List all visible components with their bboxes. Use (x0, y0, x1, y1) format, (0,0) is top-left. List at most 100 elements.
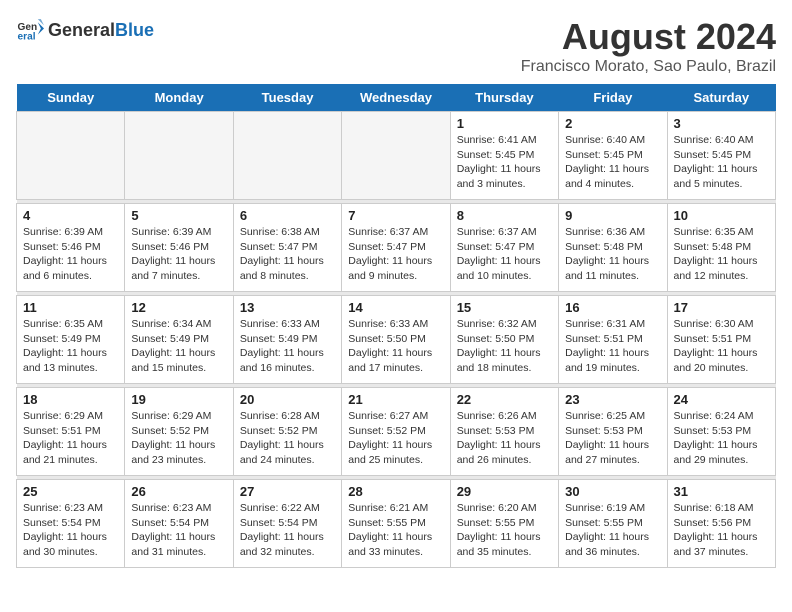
day-info: Sunrise: 6:19 AMSunset: 5:55 PMDaylight:… (565, 501, 660, 560)
calendar-cell: 2 Sunrise: 6:40 AMSunset: 5:45 PMDaylight… (559, 112, 667, 200)
logo-blue: Blue (115, 20, 154, 40)
date-number: 7 (348, 208, 443, 223)
date-number: 5 (131, 208, 226, 223)
calendar-cell (233, 112, 341, 200)
calendar-cell: 19 Sunrise: 6:29 AMSunset: 5:52 PMDayligh… (125, 388, 233, 476)
calendar-week-2: 4 Sunrise: 6:39 AMSunset: 5:46 PMDaylight… (17, 204, 776, 292)
calendar-cell: 3 Sunrise: 6:40 AMSunset: 5:45 PMDaylight… (667, 112, 775, 200)
day-info: Sunrise: 6:29 AMSunset: 5:52 PMDaylight:… (131, 409, 226, 468)
date-number: 27 (240, 484, 335, 499)
calendar-cell: 7Sunrise: 6:37 AMSunset: 5:47 PMDaylight… (342, 204, 450, 292)
date-number: 30 (565, 484, 660, 499)
calendar-cell: 8 Sunrise: 6:37 AMSunset: 5:47 PMDaylight… (450, 204, 558, 292)
main-title: August 2024 (521, 16, 776, 58)
calendar-cell: 24Sunrise: 6:24 AMSunset: 5:53 PMDayligh… (667, 388, 775, 476)
logo-general: General (48, 20, 115, 40)
day-info: Sunrise: 6:20 AMSunset: 5:55 PMDaylight:… (457, 501, 552, 560)
logo: Gen eral GeneralBlue (16, 16, 154, 44)
day-info: Sunrise: 6:33 AMSunset: 5:49 PMDaylight:… (240, 317, 335, 376)
calendar-cell: 17 Sunrise: 6:30 AMSunset: 5:51 PMDayligh… (667, 296, 775, 384)
calendar-week-1: 1Sunrise: 6:41 AMSunset: 5:45 PMDaylight… (17, 112, 776, 200)
day-info: Sunrise: 6:24 AMSunset: 5:53 PMDaylight:… (674, 409, 769, 468)
title-area: August 2024 Francisco Morato, Sao Paulo,… (521, 16, 776, 76)
calendar-cell: 27 Sunrise: 6:22 AMSunset: 5:54 PMDayligh… (233, 480, 341, 568)
date-number: 22 (457, 392, 552, 407)
day-info: Sunrise: 6:31 AMSunset: 5:51 PMDaylight:… (565, 317, 660, 376)
day-header-sunday: Sunday (17, 84, 125, 112)
page-header: Gen eral GeneralBlue August 2024 Francis… (16, 16, 776, 76)
day-info: Sunrise: 6:34 AMSunset: 5:49 PMDaylight:… (131, 317, 226, 376)
calendar-week-3: 11 Sunrise: 6:35 AMSunset: 5:49 PMDayligh… (17, 296, 776, 384)
calendar-cell: 10Sunrise: 6:35 AMSunset: 5:48 PMDayligh… (667, 204, 775, 292)
svg-text:eral: eral (18, 31, 36, 42)
calendar-cell: 20Sunrise: 6:28 AMSunset: 5:52 PMDayligh… (233, 388, 341, 476)
day-info: Sunrise: 6:39 AMSunset: 5:46 PMDaylight:… (23, 225, 118, 284)
calendar-cell: 30 Sunrise: 6:19 AMSunset: 5:55 PMDayligh… (559, 480, 667, 568)
day-header-friday: Friday (559, 84, 667, 112)
calendar-cell: 29 Sunrise: 6:20 AMSunset: 5:55 PMDayligh… (450, 480, 558, 568)
calendar-cell: 26Sunrise: 6:23 AMSunset: 5:54 PMDayligh… (125, 480, 233, 568)
date-number: 11 (23, 300, 118, 315)
calendar-cell: 11 Sunrise: 6:35 AMSunset: 5:49 PMDayligh… (17, 296, 125, 384)
day-info: Sunrise: 6:35 AMSunset: 5:49 PMDaylight:… (23, 317, 118, 376)
day-info: Sunrise: 6:39 AMSunset: 5:46 PMDaylight:… (131, 225, 226, 284)
calendar-cell: 4 Sunrise: 6:39 AMSunset: 5:46 PMDaylight… (17, 204, 125, 292)
calendar-week-4: 18 Sunrise: 6:29 AMSunset: 5:51 PMDayligh… (17, 388, 776, 476)
date-number: 8 (457, 208, 552, 223)
day-info: Sunrise: 6:33 AMSunset: 5:50 PMDaylight:… (348, 317, 443, 376)
calendar-cell: 13 Sunrise: 6:33 AMSunset: 5:49 PMDayligh… (233, 296, 341, 384)
calendar-cell: 18 Sunrise: 6:29 AMSunset: 5:51 PMDayligh… (17, 388, 125, 476)
day-info: Sunrise: 6:29 AMSunset: 5:51 PMDaylight:… (23, 409, 118, 468)
date-number: 28 (348, 484, 443, 499)
day-info: Sunrise: 6:23 AMSunset: 5:54 PMDaylight:… (23, 501, 118, 560)
calendar-header-row: SundayMondayTuesdayWednesdayThursdayFrid… (17, 84, 776, 112)
date-number: 19 (131, 392, 226, 407)
day-header-saturday: Saturday (667, 84, 775, 112)
date-number: 18 (23, 392, 118, 407)
calendar-cell: 28 Sunrise: 6:21 AMSunset: 5:55 PMDayligh… (342, 480, 450, 568)
calendar-cell: 5 Sunrise: 6:39 AMSunset: 5:46 PMDaylight… (125, 204, 233, 292)
calendar-cell: 25 Sunrise: 6:23 AMSunset: 5:54 PMDayligh… (17, 480, 125, 568)
date-number: 4 (23, 208, 118, 223)
day-info: Sunrise: 6:40 AMSunset: 5:45 PMDaylight:… (565, 133, 660, 192)
calendar-cell (342, 112, 450, 200)
calendar-cell: 9Sunrise: 6:36 AMSunset: 5:48 PMDaylight… (559, 204, 667, 292)
date-number: 14 (348, 300, 443, 315)
calendar-cell: 21Sunrise: 6:27 AMSunset: 5:52 PMDayligh… (342, 388, 450, 476)
day-info: Sunrise: 6:21 AMSunset: 5:55 PMDaylight:… (348, 501, 443, 560)
calendar-week-5: 25 Sunrise: 6:23 AMSunset: 5:54 PMDayligh… (17, 480, 776, 568)
date-number: 13 (240, 300, 335, 315)
day-info: Sunrise: 6:32 AMSunset: 5:50 PMDaylight:… (457, 317, 552, 376)
calendar-cell: 15 Sunrise: 6:32 AMSunset: 5:50 PMDayligh… (450, 296, 558, 384)
calendar-cell: 22 Sunrise: 6:26 AMSunset: 5:53 PMDayligh… (450, 388, 558, 476)
calendar-cell: 14 Sunrise: 6:33 AMSunset: 5:50 PMDayligh… (342, 296, 450, 384)
day-info: Sunrise: 6:37 AMSunset: 5:47 PMDaylight:… (457, 225, 552, 284)
date-number: 3 (674, 116, 769, 131)
date-number: 23 (565, 392, 660, 407)
date-number: 16 (565, 300, 660, 315)
day-info: Sunrise: 6:41 AMSunset: 5:45 PMDaylight:… (457, 133, 552, 192)
date-number: 2 (565, 116, 660, 131)
date-number: 21 (348, 392, 443, 407)
logo-icon: Gen eral (16, 16, 44, 44)
subtitle: Francisco Morato, Sao Paulo, Brazil (521, 58, 776, 76)
date-number: 15 (457, 300, 552, 315)
date-number: 29 (457, 484, 552, 499)
date-number: 17 (674, 300, 769, 315)
day-info: Sunrise: 6:18 AMSunset: 5:56 PMDaylight:… (674, 501, 769, 560)
day-info: Sunrise: 6:25 AMSunset: 5:53 PMDaylight:… (565, 409, 660, 468)
calendar-cell (125, 112, 233, 200)
day-info: Sunrise: 6:38 AMSunset: 5:47 PMDaylight:… (240, 225, 335, 284)
day-info: Sunrise: 6:26 AMSunset: 5:53 PMDaylight:… (457, 409, 552, 468)
day-info: Sunrise: 6:30 AMSunset: 5:51 PMDaylight:… (674, 317, 769, 376)
date-number: 26 (131, 484, 226, 499)
calendar-cell: 6Sunrise: 6:38 AMSunset: 5:47 PMDaylight… (233, 204, 341, 292)
day-info: Sunrise: 6:22 AMSunset: 5:54 PMDaylight:… (240, 501, 335, 560)
calendar-table: SundayMondayTuesdayWednesdayThursdayFrid… (16, 84, 776, 568)
day-header-wednesday: Wednesday (342, 84, 450, 112)
day-info: Sunrise: 6:40 AMSunset: 5:45 PMDaylight:… (674, 133, 769, 192)
date-number: 12 (131, 300, 226, 315)
calendar-cell (17, 112, 125, 200)
calendar-cell: 23 Sunrise: 6:25 AMSunset: 5:53 PMDayligh… (559, 388, 667, 476)
date-number: 25 (23, 484, 118, 499)
